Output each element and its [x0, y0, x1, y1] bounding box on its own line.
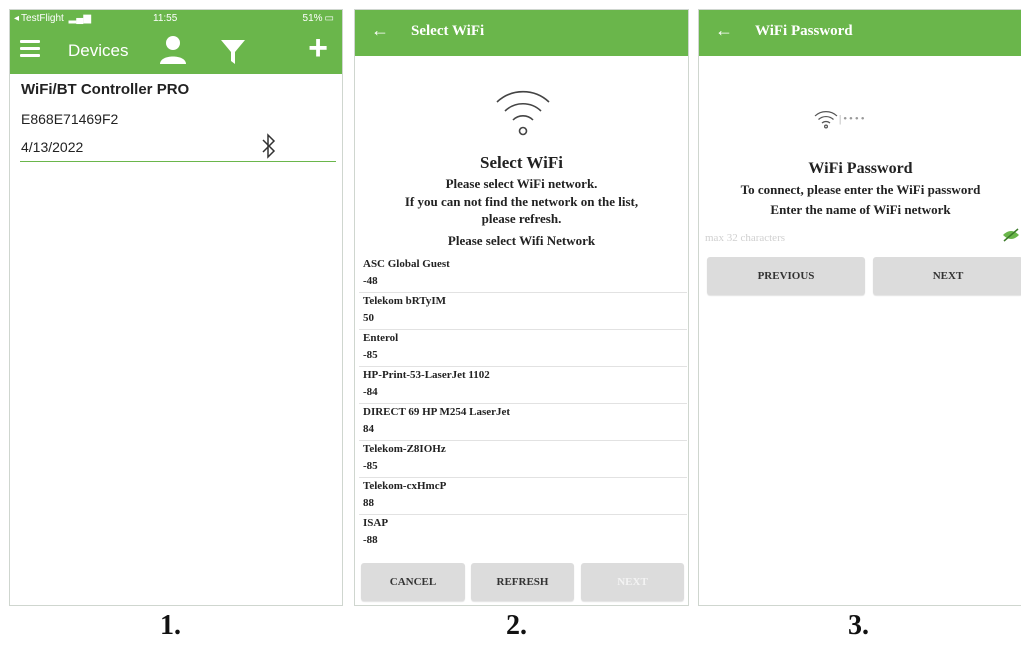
network-ssid: DIRECT 69 HP M254 LaserJet: [363, 406, 511, 418]
filter-icon[interactable]: [220, 38, 246, 66]
network-rssi: -48: [363, 275, 378, 287]
instruction-text: If you can not find the network on the l…: [404, 194, 639, 209]
step-caption: 3.: [848, 610, 869, 641]
network-rssi: -88: [363, 534, 378, 546]
step-caption: 1.: [160, 610, 181, 641]
network-ssid: ASC Global Guest: [363, 258, 450, 270]
instruction-text: To connect, please enter the WiFi passwo…: [740, 182, 981, 197]
select-wifi-screen: ← Select WiFi Select WiFi Please select …: [354, 9, 689, 606]
back-arrow-icon[interactable]: ←: [371, 20, 389, 41]
bluetooth-icon: [262, 133, 276, 159]
cancel-button[interactable]: CANCEL: [361, 563, 465, 601]
network-ssid: Telekom-cxHmcP: [363, 480, 447, 492]
page-heading: WiFi Password: [808, 160, 913, 177]
page-heading: Select WiFi: [480, 153, 563, 172]
network-item[interactable]: Telekom-cxHmcP 88: [359, 478, 687, 515]
refresh-button[interactable]: REFRESH: [471, 563, 574, 601]
next-button[interactable]: NEXT: [873, 257, 1021, 295]
network-item[interactable]: Telekom bRTyIM 50: [359, 293, 687, 330]
back-arrow-icon[interactable]: ←: [715, 20, 733, 41]
device-date: 4/13/2022: [21, 139, 84, 155]
wifi-password-screen: ← WiFi Password |•••• WiFi Password To c…: [698, 9, 1021, 606]
previous-button[interactable]: PREVIOUS: [707, 257, 865, 295]
network-item[interactable]: HP-Print-53-LaserJet 1102 -84: [359, 367, 687, 404]
app-title: WiFi Password: [755, 23, 853, 39]
list-title: Please select Wifi Network: [447, 233, 596, 248]
password-input[interactable]: max 32 characters: [705, 232, 1005, 244]
network-rssi: -85: [363, 460, 378, 472]
status-bar: ◂ TestFlight ▂▄▆ 11:55 51% ▭: [10, 10, 342, 29]
network-item[interactable]: ASC Global Guest -48: [359, 256, 687, 293]
network-list: ASC Global Guest -48 Telekom bRTyIM 50 Ent…: [359, 256, 687, 552]
devices-screen: ◂ TestFlight ▂▄▆ 11:55 51% ▭ Devices + WiF…: [9, 9, 343, 606]
app-bar: Devices +: [10, 29, 342, 74]
wifi-icon: [814, 111, 838, 129]
device-name[interactable]: WiFi/BT Controller PRO: [21, 81, 189, 98]
network-rssi: 84: [363, 423, 374, 435]
add-device-icon[interactable]: +: [308, 31, 328, 65]
network-rssi: 88: [363, 497, 374, 509]
eye-icon[interactable]: [1002, 228, 1020, 242]
instruction-text: Please select WiFi network.: [445, 176, 598, 191]
carrier-label: TestFlight: [21, 13, 64, 24]
network-ssid: Telekom-Z8IOHz: [363, 443, 446, 455]
battery-icon: ▭: [324, 13, 334, 24]
network-ssid: Enterol: [363, 332, 399, 344]
next-button[interactable]: NEXT: [581, 563, 684, 601]
network-ssid: Telekom bRTyIM: [363, 295, 447, 307]
network-ssid: ISAP: [363, 517, 389, 529]
network-rssi: -84: [363, 386, 378, 398]
network-item[interactable]: Telekom-Z8IOHz -85: [359, 441, 687, 478]
app-bar: ← WiFi Password: [699, 10, 1021, 56]
app-title: Devices: [68, 41, 129, 60]
network-rssi: 50: [363, 312, 374, 324]
wifi-icon: [496, 90, 550, 136]
instruction-text: please refresh.: [481, 211, 562, 226]
app-bar: ← Select WiFi: [355, 10, 688, 56]
step-caption: 2.: [506, 610, 527, 641]
network-item[interactable]: DIRECT 69 HP M254 LaserJet 84: [359, 404, 687, 441]
network-ssid: HP-Print-53-LaserJet 1102: [363, 369, 490, 381]
clock: 11:55: [153, 13, 178, 24]
instruction-text: Enter the name of WiFi network: [770, 202, 951, 217]
menu-icon[interactable]: [20, 40, 40, 57]
device-id: E868E71469F2: [21, 111, 119, 127]
network-rssi: -85: [363, 349, 378, 361]
battery-label: 51%: [302, 13, 323, 24]
network-item[interactable]: Enterol -85: [359, 330, 687, 367]
app-title: Select WiFi: [411, 23, 485, 39]
network-item[interactable]: ISAP -88: [359, 515, 687, 552]
person-icon[interactable]: [158, 34, 188, 66]
divider: [20, 161, 336, 162]
signal-icon: ▂▄▆: [68, 13, 92, 24]
password-preview: |••••: [839, 113, 867, 125]
